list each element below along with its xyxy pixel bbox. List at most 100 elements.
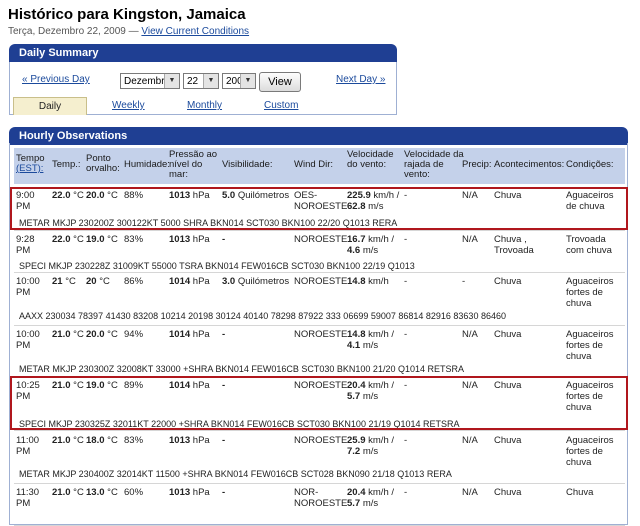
wind-speed-kmh-unit: km/h /: [368, 487, 395, 498]
visibility-cell-value: -: [222, 234, 226, 245]
precip-cell: N/A: [462, 435, 492, 446]
wind-speed-ms-unit: m/s: [362, 446, 379, 457]
wind-speed-kmh-unit: km/h: [368, 276, 389, 287]
temp-cell-value: 22.0: [52, 234, 71, 245]
pressure-cell-value: 1014: [169, 329, 191, 340]
events-cell: Chuva: [494, 276, 556, 287]
tab-custom[interactable]: Custom: [264, 100, 298, 111]
conditions-cell-value: Chuva: [566, 487, 594, 498]
table-row: 10:00 PM 21 °C 20 °C 86% 1014 hPa 3.0 Quilóme…: [14, 274, 625, 326]
wind-dir-cell-value: NOROESTE: [294, 276, 348, 287]
header-temp: Temp.:: [52, 159, 81, 170]
wind-dir-cell-value: NOROESTE: [294, 435, 348, 446]
precip-cell: N/A: [462, 234, 492, 245]
precip-cell: N/A: [462, 329, 492, 340]
visibility-cell-value: -: [222, 435, 226, 446]
dewpoint-cell: 20 °C: [86, 276, 122, 287]
pressure-cell-unit: hPa: [192, 487, 210, 498]
day-value: 22: [187, 76, 199, 87]
wind-speed-kmh: 14.8: [347, 276, 366, 287]
header-conditions: Condições:: [566, 159, 614, 170]
conditions-cell-value: Trovoada com chuva: [566, 234, 612, 256]
pressure-cell-unit: hPa: [192, 435, 210, 446]
dewpoint-cell: 13.0 °C: [86, 487, 122, 498]
view-current-conditions-link[interactable]: View Current Conditions: [141, 26, 249, 37]
next-day-link[interactable]: Next Day »: [336, 74, 385, 85]
table-row: 11:00 PM 21.0 °C 18.0 °C 83% 1013 hPa - NOROE…: [14, 433, 625, 484]
view-button[interactable]: View: [259, 72, 301, 92]
dewpoint-cell-value: 19.0: [86, 234, 105, 245]
wind-speed-kmh: 20.4: [347, 487, 366, 498]
conditions-cell: Trovoada com chuva: [566, 234, 626, 256]
gust-cell: -: [404, 435, 444, 446]
temp-cell: 22.0 °C: [52, 234, 86, 245]
events-cell-value: Chuva: [494, 329, 522, 340]
pressure-cell: 1014 hPa: [169, 329, 219, 340]
precip-cell-value: N/A: [462, 234, 478, 245]
wind-speed-kmh-unit: km/h /: [368, 234, 395, 245]
table-row: 11:30 PM 21.0 °C 13.0 °C 60% 1013 hPa - NOR-N…: [14, 485, 625, 526]
header-wind-speed: Velocidade do vento:: [347, 149, 394, 170]
conditions-cell: Aguaceiros fortes de chuva: [566, 435, 626, 468]
header-visibility: Visibilidade:: [222, 159, 273, 170]
dewpoint-cell-unit: °C: [107, 435, 118, 446]
events-cell-value: Chuva: [494, 487, 522, 498]
page-title: Histórico para Kingston, Jamaica: [8, 6, 246, 23]
header-dewpoint: Ponto orvalho:: [86, 153, 120, 174]
events-cell-value: Chuva , Trovoada: [494, 234, 534, 256]
visibility-cell: -: [222, 487, 290, 498]
highlight-box: [10, 376, 628, 430]
time-cell: 11:30 PM: [16, 487, 46, 509]
events-cell: Chuva: [494, 329, 556, 340]
temp-cell-unit: °C: [65, 276, 76, 287]
temp-cell-value: 21: [52, 276, 63, 287]
conditions-cell: Aguaceiros fortes de chuva: [566, 276, 626, 309]
header-wind-dir: Wind Dir:: [294, 159, 334, 170]
metar-text: METAR MKJP 230400Z 32014KT 11500 +SHRA B…: [19, 469, 452, 479]
wind-speed-kmh-unit: km/h /: [368, 329, 395, 340]
visibility-cell: -: [222, 234, 290, 245]
temp-cell: 21.0 °C: [52, 435, 86, 446]
time-cell-value: 11:30 PM: [16, 487, 40, 509]
wind-speed-cell: 16.7 km/h / 4.6 m/s: [347, 234, 403, 256]
gust-cell-value: -: [404, 435, 408, 446]
time-cell: 10:00 PM: [16, 276, 46, 298]
day-select[interactable]: 22 ▼: [183, 73, 219, 89]
conditions-cell: Aguaceiros fortes de chuva: [566, 329, 626, 362]
wind-dir-cell: NOROESTE: [294, 276, 348, 287]
header-gust-speed: Velocidade da rajada de vento:: [404, 149, 464, 180]
tab-monthly[interactable]: Monthly: [187, 100, 222, 111]
previous-day-link[interactable]: « Previous Day: [22, 74, 90, 85]
dewpoint-cell-unit: °C: [107, 329, 118, 340]
pressure-cell-value: 1013: [169, 234, 191, 245]
month-select[interactable]: Dezembro ▼: [120, 73, 180, 89]
table-header: Tempo (EST): Temp.: Ponto orvalho: Humida…: [14, 148, 625, 184]
header-events: Acontecimentos:: [494, 159, 565, 170]
wind-dir-cell: NOR-NOROESTE: [294, 487, 347, 509]
metar-text: SPECI MKJP 230228Z 31009KT 55000 TSRA BK…: [19, 261, 415, 271]
wind-dir-cell-value: NOROESTE: [294, 329, 348, 340]
year-select[interactable]: 2009 ▼: [222, 73, 256, 89]
pressure-cell: 1013 hPa: [169, 487, 219, 498]
temp-cell-value: 21.0: [52, 487, 71, 498]
wind-speed-ms-unit: m/s: [362, 498, 379, 509]
gust-cell-value: -: [404, 234, 408, 245]
temp-cell: 21.0 °C: [52, 487, 86, 498]
metar-text: AAXX 230034 78397 41430 83208 10214 2019…: [19, 311, 506, 321]
pressure-cell: 1013 hPa: [169, 234, 219, 245]
header-humidity: Humidade:: [124, 159, 170, 170]
precip-cell-value: -: [462, 276, 466, 287]
humidity-cell-value: 60%: [124, 487, 144, 498]
events-cell-value: Chuva: [494, 276, 522, 287]
metar-text: METAR MKJP 230300Z 32008KT 33000 +SHRA B…: [19, 364, 464, 374]
tab-daily[interactable]: Daily: [13, 97, 87, 115]
precip-cell-value: N/A: [462, 487, 478, 498]
visibility-cell: -: [222, 329, 290, 340]
wind-speed-ms-unit: m/s: [362, 340, 379, 351]
tab-weekly[interactable]: Weekly: [112, 100, 145, 111]
conditions-cell-value: Aguaceiros fortes de chuva: [566, 276, 614, 309]
visibility-cell-value: -: [222, 487, 226, 498]
time-cell: 11:00 PM: [16, 435, 46, 457]
date-text: Terça, Dezembro 22, 2009 —: [8, 26, 139, 37]
humidity-cell: 60%: [124, 487, 164, 498]
